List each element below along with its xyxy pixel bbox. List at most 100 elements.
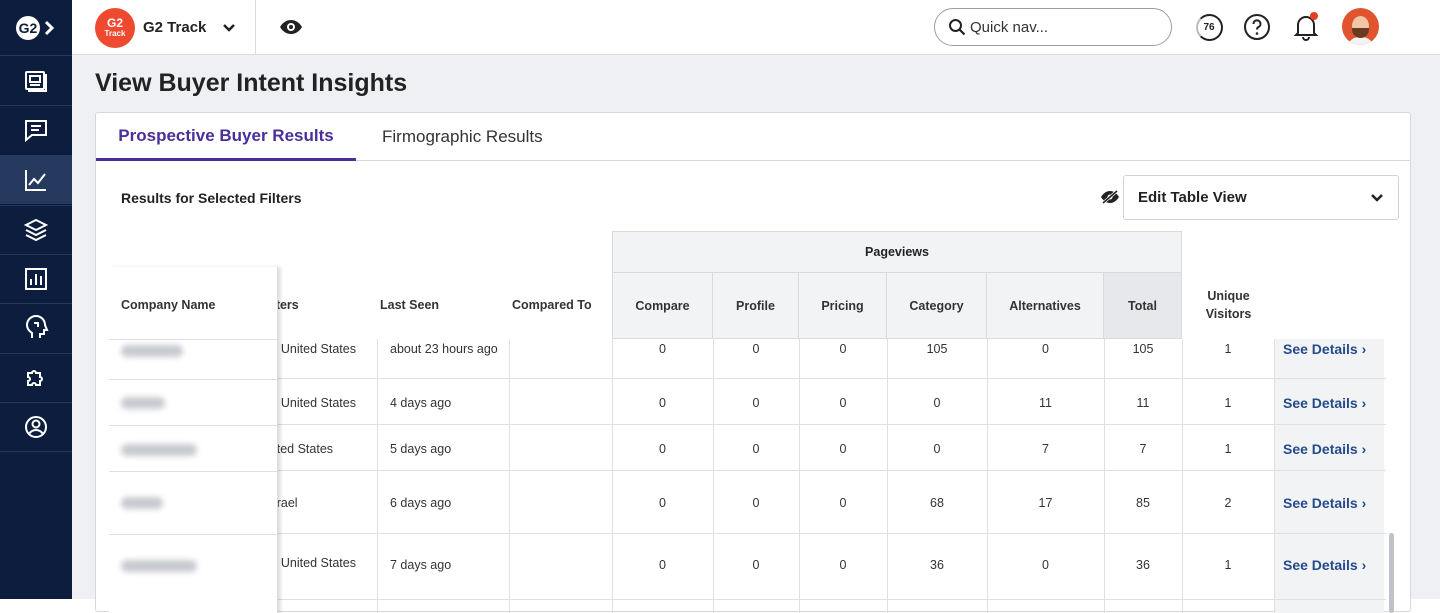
row-profile: 0 xyxy=(752,342,760,356)
product-switcher[interactable]: G2 Track G2 Track xyxy=(72,0,256,55)
g2-logo[interactable]: G2 xyxy=(0,0,72,55)
row-compare: 0 xyxy=(659,442,666,456)
nav-reports-icon[interactable] xyxy=(0,55,72,104)
row-category: 68 xyxy=(930,496,944,510)
edit-table-view-label: Edit Table View xyxy=(1138,189,1247,206)
col-header-company-name[interactable]: Company Name xyxy=(121,298,215,312)
see-details-link[interactable]: See Details › xyxy=(1283,495,1366,511)
row-last-seen: 4 days ago xyxy=(390,396,452,410)
row-last-seen: 7 days ago xyxy=(390,558,452,572)
company-name-redacted[interactable] xyxy=(121,497,163,509)
row-pricing: 0 xyxy=(839,342,847,356)
see-details-link[interactable]: See Details › xyxy=(1283,557,1366,573)
scrollbar-thumb[interactable] xyxy=(1389,533,1394,613)
see-details-link[interactable]: See Details › xyxy=(1283,341,1366,357)
help-icon[interactable] xyxy=(1242,12,1272,42)
see-details-link[interactable]: See Details › xyxy=(1283,395,1366,411)
notifications-bell-icon[interactable] xyxy=(1291,12,1321,42)
row-alternatives: 17 xyxy=(1038,496,1053,510)
company-name-redacted[interactable] xyxy=(121,345,183,357)
row-compare: 0 xyxy=(659,558,666,572)
table-row: o, United States 7 days ago 0 0 0 36 0 3… xyxy=(109,534,1386,600)
edit-table-view-dropdown[interactable]: Edit Table View xyxy=(1123,175,1399,220)
row-headquarters: a, United States xyxy=(267,396,356,410)
top-bar: G2 Track G2 Track 76 xyxy=(72,0,1440,55)
col-divider xyxy=(1182,339,1183,613)
nav-buyer-intent-icon[interactable] xyxy=(0,155,72,204)
eye-slash-icon[interactable] xyxy=(1100,189,1120,210)
pageviews-group-header: Pageviews xyxy=(612,231,1182,273)
col-header-compare[interactable]: Compare xyxy=(612,273,713,339)
badge-bottom-text: Track xyxy=(104,28,126,38)
nav-integrations-icon[interactable] xyxy=(0,353,72,402)
nav-layers-icon[interactable] xyxy=(0,205,72,254)
col-divider xyxy=(799,339,800,613)
col-header-unique-visitors[interactable]: Unique Visitors xyxy=(1181,289,1276,321)
g2-track-badge: G2 Track xyxy=(95,7,135,48)
filters-label: Results for Selected Filters xyxy=(121,190,302,206)
notification-dot xyxy=(1310,12,1318,20)
row-last-seen: 5 days ago xyxy=(390,442,452,456)
company-name-redacted[interactable] xyxy=(121,560,197,572)
nav-reviews-icon[interactable] xyxy=(0,105,72,154)
col-header-category[interactable]: Category xyxy=(887,273,987,339)
nav-bar-chart-icon[interactable] xyxy=(0,254,72,303)
row-total: 85 xyxy=(1136,496,1150,510)
row-profile: 0 xyxy=(752,558,760,572)
page-title: View Buyer Intent Insights xyxy=(95,69,408,97)
credits-indicator[interactable]: 76 xyxy=(1194,12,1224,42)
nav-divider xyxy=(0,451,72,452)
col-header-profile[interactable]: Profile xyxy=(713,273,799,339)
row-unique-visitors: 1 xyxy=(1224,342,1232,356)
table-row: Israel 6 days ago 0 0 0 68 17 85 2 See D… xyxy=(109,471,1386,534)
row-total: 36 xyxy=(1136,558,1150,572)
company-name-redacted[interactable] xyxy=(121,444,197,456)
row-unique-visitors: 2 xyxy=(1224,496,1232,510)
nav-profile-icon[interactable] xyxy=(0,402,72,451)
user-avatar[interactable] xyxy=(1342,8,1379,45)
tab-prospective-buyer-results[interactable]: Prospective Buyer Results xyxy=(96,113,356,161)
row-unique-visitors: 1 xyxy=(1224,396,1232,410)
row-pricing: 0 xyxy=(839,396,847,410)
tab-firmographic-results[interactable]: Firmographic Results xyxy=(382,113,543,161)
col-header-compared-to[interactable]: Compared To xyxy=(512,298,592,312)
eye-icon[interactable] xyxy=(278,14,304,40)
row-category: 0 xyxy=(933,442,941,456)
company-name-redacted[interactable] xyxy=(121,397,165,409)
results-table: Pageviews Compare Profile Pricing Catego… xyxy=(109,231,1386,613)
row-unique-visitors: 1 xyxy=(1224,558,1232,572)
unique-header-line2: Visitors xyxy=(1205,307,1252,321)
main-content: View Buyer Intent Insights Prospective B… xyxy=(72,55,1440,613)
row-profile: 0 xyxy=(752,442,760,456)
col-header-last-seen[interactable]: Last Seen xyxy=(380,298,439,312)
chevron-down-icon xyxy=(1371,193,1383,202)
row-profile: 0 xyxy=(752,396,760,410)
product-name: G2 Track xyxy=(143,19,207,36)
row-last-seen: about 23 hours ago xyxy=(390,342,498,356)
company-name-column: Company Name xyxy=(109,267,278,613)
col-header-pricing[interactable]: Pricing xyxy=(799,273,887,339)
col-header-total[interactable]: Total xyxy=(1104,273,1182,339)
row-headquarters: o, United States xyxy=(267,556,356,570)
search-icon xyxy=(949,19,966,36)
chevron-down-icon xyxy=(223,23,236,32)
row-pricing: 0 xyxy=(839,496,847,510)
row-last-seen: 6 days ago xyxy=(390,496,452,510)
row-category: 36 xyxy=(930,558,944,572)
unique-header-line1: Unique xyxy=(1207,289,1250,303)
row-total: 105 xyxy=(1132,342,1154,356)
col-header-alternatives[interactable]: Alternatives xyxy=(987,273,1104,339)
nav-head-insights-icon[interactable] xyxy=(0,303,72,352)
search-input[interactable] xyxy=(970,18,1160,36)
side-nav: G2 xyxy=(0,0,72,599)
col-divider xyxy=(1104,339,1105,613)
row-alternatives: 0 xyxy=(1042,558,1049,572)
table-row: nited States 5 days ago 0 0 0 0 7 7 1 Se… xyxy=(109,425,1386,471)
row-pricing: 0 xyxy=(839,558,847,572)
see-details-link[interactable]: See Details › xyxy=(1283,441,1366,457)
row-category: 105 xyxy=(926,342,948,356)
row-headquarters: a, United States xyxy=(267,342,356,356)
row-compare: 0 xyxy=(659,342,666,356)
quick-nav-search[interactable] xyxy=(934,8,1172,46)
row-unique-visitors: 1 xyxy=(1224,442,1232,456)
